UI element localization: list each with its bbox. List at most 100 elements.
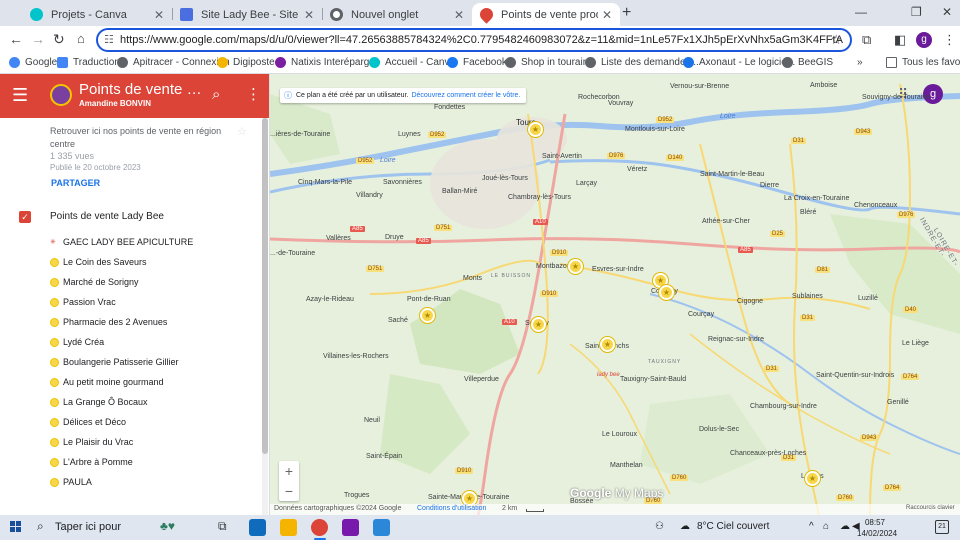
all-favorites-folder[interactable]: Tous les favoris	[886, 57, 960, 68]
outlook-icon[interactable]	[249, 519, 266, 536]
onenote-icon[interactable]	[342, 519, 359, 536]
map-pin[interactable]: ★	[805, 471, 820, 486]
map-pin[interactable]: ★	[531, 317, 546, 332]
place-name: GAEC LADY BEE APICULTURE	[63, 237, 194, 247]
bookmark-digiposte[interactable]: Digiposte	[217, 57, 275, 68]
search-highlight-icon[interactable]: ♣♥	[160, 519, 208, 536]
globe-icon	[782, 57, 793, 68]
map-pin[interactable]: ★	[659, 285, 674, 300]
map-pin[interactable]: ★	[528, 122, 543, 137]
terms-link[interactable]: Conditions d'utilisation	[417, 505, 486, 512]
map-pin[interactable]: ★	[600, 337, 615, 352]
list-item[interactable]: Au petit moine gourmand	[50, 374, 164, 390]
bookmark-google[interactable]: Google	[9, 57, 57, 68]
back-icon[interactable]: ←	[9, 31, 23, 47]
cloud-icon[interactable]: ☁	[840, 521, 850, 532]
bookmark-traduction[interactable]: Traduction	[57, 57, 120, 68]
chrome-icon[interactable]	[311, 519, 328, 536]
new-tab-button[interactable]: +	[622, 4, 631, 22]
side-panel-icon[interactable]: ◧	[894, 32, 906, 48]
task-view-icon[interactable]: ⧉	[218, 519, 235, 536]
list-item[interactable]: Pharmacie des 2 Avenues	[50, 314, 167, 330]
map-label: Cigogne	[737, 298, 764, 305]
map-label: Vouvray	[608, 100, 634, 107]
bookmark-label: Axonaut - Le logicie...	[699, 57, 796, 68]
tab-site-lady-bee[interactable]: Site Lady Bee - Site Web ✕	[172, 3, 322, 26]
map-owner: Amandine BONVIN	[79, 99, 152, 108]
list-item[interactable]: Passion Vrac	[50, 294, 116, 310]
close-icon[interactable]: ✕	[304, 8, 314, 22]
map-pin[interactable]: ★	[568, 259, 583, 274]
home-icon[interactable]: ⌂	[77, 31, 85, 46]
bookmark-shop-in-touraine[interactable]: Shop in touraine	[505, 57, 594, 68]
list-item[interactable]: Boulangerie Patisserie Gillier	[50, 354, 179, 370]
bookmark-liste-demandes[interactable]: Liste des demandes...	[585, 57, 699, 68]
search-icon[interactable]: ⌕	[37, 519, 44, 534]
list-item[interactable]: Lydé Créa	[50, 334, 104, 350]
zoom-out-button[interactable]: −	[279, 481, 299, 501]
list-item[interactable]: Marché de Sorigny	[50, 274, 139, 290]
tab-canva[interactable]: Projets - Canva ✕	[22, 3, 172, 26]
reload-icon[interactable]: ↻	[53, 31, 65, 48]
bookmark-label: Shop in touraine	[521, 57, 594, 68]
show-hidden-icons-icon[interactable]: ^	[809, 521, 814, 532]
bookmark-canva[interactable]: Accueil - Canva	[369, 57, 455, 68]
list-item[interactable]: La Grange Ô Bocaux	[50, 394, 148, 410]
layer-checkbox[interactable]: ✓	[19, 211, 31, 223]
tab-points-de-vente[interactable]: Points de vente produits Lady B ✕	[472, 3, 620, 26]
bookmark-natixis[interactable]: Natixis Interépargne	[275, 57, 381, 68]
notifications-button[interactable]: 21	[935, 520, 949, 534]
network-icon[interactable]: ⌂	[823, 521, 829, 532]
people-icon[interactable]: ⚇	[655, 521, 664, 532]
taskbar-search[interactable]: Taper ici pour	[55, 521, 121, 533]
restore-icon[interactable]: ❐	[911, 5, 922, 19]
site-info-icon[interactable]: ☷	[104, 33, 114, 46]
star-icon[interactable]: ☆	[237, 125, 247, 138]
clock[interactable]: 08:57 14/02/2024	[857, 517, 897, 539]
map-label: Tauxigny-Saint-Bauld	[620, 376, 687, 383]
keyboard-shortcuts-link[interactable]: Raccourcis clavier	[906, 505, 955, 511]
map-pin[interactable]: ★	[420, 308, 435, 323]
bookmark-axonaut[interactable]: Axonaut - Le logicie...	[683, 57, 795, 68]
lady-bee-logo-marker[interactable]: lady bee	[597, 372, 620, 378]
pin-icon	[50, 337, 59, 347]
bookmark-beegis[interactable]: BeeGIS	[782, 57, 833, 68]
weather-status[interactable]: 8°C Ciel couvert	[697, 521, 769, 532]
tab-new-tab[interactable]: Nouvel onglet ✕	[322, 3, 472, 26]
create-map-link[interactable]: Découvrez comment créer le vôtre.	[411, 92, 520, 99]
map-canvas[interactable]: ⓘ Ce plan a été créé par un utilisateur.…	[270, 74, 960, 515]
more-options-icon[interactable]: ⋮	[943, 32, 956, 48]
map-label: Manthelan	[610, 462, 643, 469]
share-button[interactable]: PARTAGER	[51, 178, 100, 188]
map-label: Amboise	[810, 82, 838, 89]
list-item[interactable]: Le Plaisir du Vrac	[50, 434, 133, 450]
bookmark-apitracer[interactable]: Apitracer - Connexion	[117, 57, 230, 68]
extensions-icon[interactable]: ⧉	[862, 32, 871, 48]
photos-icon[interactable]	[373, 519, 390, 536]
zoom-in-button[interactable]: +	[279, 461, 299, 481]
list-item[interactable]: Délices et Déco	[50, 414, 126, 430]
list-item[interactable]: ✳ GAEC LADY BEE APICULTURE	[50, 234, 193, 250]
profile-avatar[interactable]: g	[916, 32, 932, 48]
windows-start-icon[interactable]	[10, 521, 22, 533]
address-bar[interactable]: ☷ https://www.google.com/maps/d/u/0/view…	[96, 28, 852, 52]
forward-icon[interactable]: →	[31, 31, 45, 47]
list-item[interactable]: PAULA	[50, 474, 92, 490]
close-icon[interactable]: ✕	[154, 8, 164, 22]
hamburger-menu-icon[interactable]: ☰	[12, 86, 28, 104]
more-options-icon[interactable]: ⋮	[246, 85, 261, 103]
close-icon[interactable]: ✕	[454, 8, 464, 22]
bookmark-star-icon[interactable]: ☆	[830, 32, 842, 48]
search-icon[interactable]: ⌕	[212, 86, 220, 103]
scrollbar-thumb[interactable]	[262, 118, 268, 454]
bookmarks-overflow-button[interactable]: »	[857, 57, 863, 68]
file-explorer-icon[interactable]	[280, 519, 297, 536]
list-item[interactable]: Le Coin des Saveurs	[50, 254, 147, 270]
bookmark-facebook[interactable]: Facebook	[447, 57, 507, 68]
close-window-icon[interactable]: ✕	[942, 5, 952, 19]
user-map-notice: ⓘ Ce plan a été créé par un utilisateur.…	[280, 88, 527, 103]
minimize-icon[interactable]: —	[855, 5, 867, 19]
close-icon[interactable]: ✕	[602, 8, 612, 22]
map-label: Savonnières	[383, 179, 422, 186]
list-item[interactable]: L'Arbre à Pomme	[50, 454, 133, 470]
